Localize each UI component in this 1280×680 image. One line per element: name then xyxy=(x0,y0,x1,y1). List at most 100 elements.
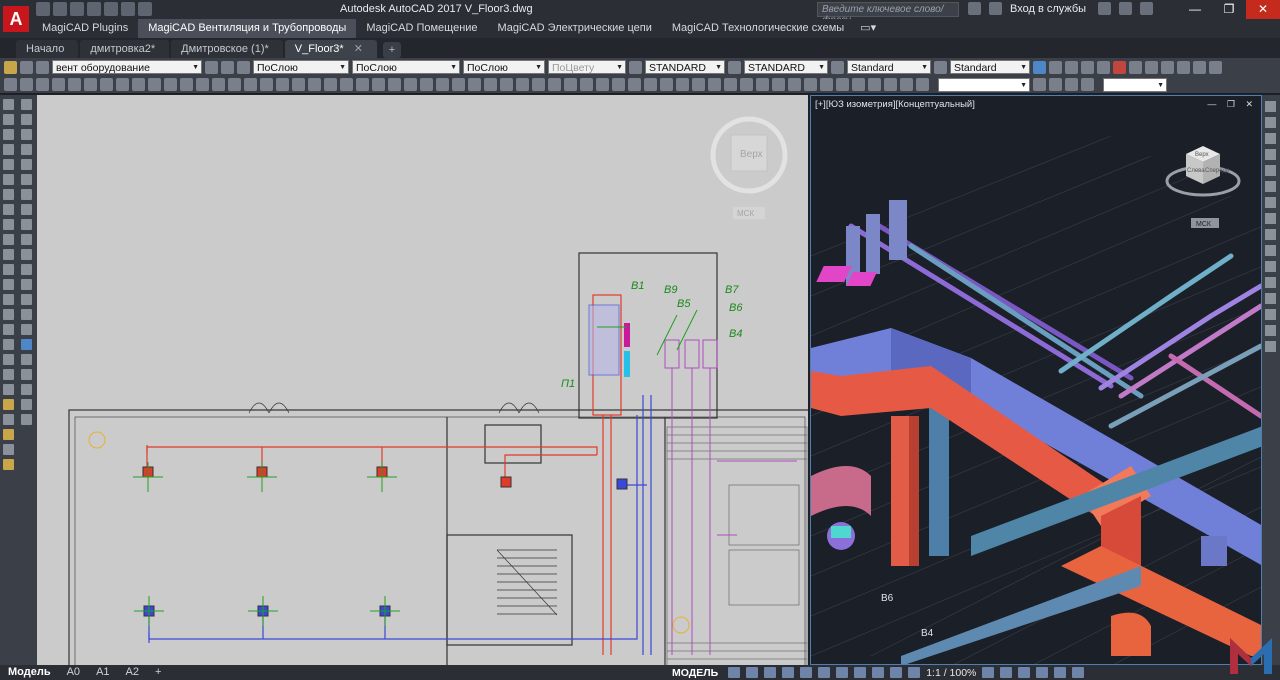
block-editor-icon[interactable] xyxy=(164,78,177,91)
circle-icon[interactable] xyxy=(3,189,14,200)
rotate-icon[interactable] xyxy=(21,189,32,200)
tab-magicad-room[interactable]: MagiCAD Помещение xyxy=(356,19,487,38)
gradient-icon[interactable] xyxy=(3,324,14,335)
revcloud-icon[interactable] xyxy=(3,204,14,215)
tool-icon-42[interactable] xyxy=(852,78,865,91)
tab-magicad-schematics[interactable]: MagiCAD Технологические схемы xyxy=(662,19,854,38)
stretch-icon[interactable] xyxy=(21,219,32,230)
tool-icon-12[interactable] xyxy=(1209,60,1222,74)
dim-style-dropdown[interactable]: STANDARD xyxy=(744,60,828,75)
publish-icon[interactable] xyxy=(84,78,97,91)
tool-icon-15[interactable] xyxy=(420,78,433,91)
tool-icon-30[interactable] xyxy=(660,78,673,91)
polygon-icon[interactable] xyxy=(3,144,14,155)
layer-lock-icon[interactable] xyxy=(36,60,49,74)
region-icon[interactable] xyxy=(3,339,14,350)
tool-icon-4[interactable] xyxy=(1081,60,1094,74)
isolate-icon[interactable] xyxy=(1018,667,1031,678)
tool-icon-9[interactable] xyxy=(1161,60,1174,74)
doc-tab-dmitrovka2[interactable]: дмитровка2* xyxy=(80,40,170,58)
tool-icon-18[interactable] xyxy=(468,78,481,91)
tool-icon-r14[interactable] xyxy=(1265,309,1276,320)
table-style-icon[interactable] xyxy=(831,60,844,74)
explode-icon[interactable] xyxy=(21,324,32,335)
extend-icon[interactable] xyxy=(21,249,32,260)
tool-icon-r12[interactable] xyxy=(1265,277,1276,288)
copy-icon[interactable] xyxy=(116,78,129,91)
close-button[interactable]: ✕ xyxy=(1246,0,1280,19)
tool-icon-r10[interactable] xyxy=(1265,245,1276,256)
polyline-icon[interactable] xyxy=(3,129,14,140)
viewport-label[interactable]: [+][ЮЗ изометрия][Концептуальный] xyxy=(815,99,975,110)
join-icon[interactable] xyxy=(21,279,32,290)
hardware-accel-icon[interactable] xyxy=(1036,667,1049,678)
tool-icon-r16[interactable] xyxy=(1265,341,1276,352)
annotation-scale[interactable]: 1:1 / 100% xyxy=(926,667,976,679)
doc-tab-vfloor3[interactable]: V_Floor3* ✕ xyxy=(284,40,377,58)
ribbon-toggle-icon[interactable]: ▭▾ xyxy=(854,19,882,38)
tool-icon-31[interactable] xyxy=(676,78,689,91)
properties-icon[interactable] xyxy=(276,78,289,91)
tool-icon-l7[interactable] xyxy=(21,354,32,365)
tool-icon-7[interactable] xyxy=(1129,60,1142,74)
new-icon[interactable] xyxy=(36,2,50,16)
tool-icon-13[interactable] xyxy=(388,78,401,91)
tool-icon-40[interactable] xyxy=(820,78,833,91)
dim-style-icon[interactable] xyxy=(728,60,741,74)
maximize-button[interactable]: ❐ xyxy=(1212,0,1246,19)
tool-icon-r15[interactable] xyxy=(1265,325,1276,336)
text-style-dropdown[interactable]: STANDARD xyxy=(645,60,725,75)
tool-icon-44[interactable] xyxy=(884,78,897,91)
layer-previous-icon[interactable] xyxy=(221,60,234,74)
redo-icon[interactable] xyxy=(196,78,209,91)
tool-icon-r6[interactable] xyxy=(1265,181,1276,192)
layout-tab-a2[interactable]: A2 xyxy=(118,665,147,680)
rectangle-icon[interactable] xyxy=(3,159,14,170)
text-style-icon[interactable] xyxy=(629,60,642,74)
tool-icon-1[interactable] xyxy=(1033,60,1046,74)
doc-tab-start[interactable]: Начало xyxy=(16,40,79,58)
tool-icon-32[interactable] xyxy=(692,78,705,91)
a360-icon[interactable] xyxy=(1119,2,1133,15)
arc-icon[interactable] xyxy=(3,174,14,185)
ortho-icon[interactable] xyxy=(764,667,777,678)
tool-icon-8[interactable] xyxy=(1145,60,1158,74)
construction-line-icon[interactable] xyxy=(3,114,14,125)
undo-icon[interactable] xyxy=(180,78,193,91)
tool-icon-37[interactable] xyxy=(772,78,785,91)
offset-icon[interactable] xyxy=(21,144,32,155)
transparency-icon[interactable] xyxy=(854,667,867,678)
point-icon[interactable] xyxy=(3,294,14,305)
tool-icon-l8[interactable] xyxy=(21,369,32,380)
insert-block-icon[interactable] xyxy=(3,264,14,275)
color-dropdown[interactable]: ПоСлою xyxy=(253,60,349,75)
cut-icon[interactable] xyxy=(100,78,113,91)
tool-icon-29[interactable] xyxy=(644,78,657,91)
undo-icon[interactable] xyxy=(121,2,135,16)
tool-icon-r13[interactable] xyxy=(1265,293,1276,304)
viewport-window-controls[interactable]: — ❐ ✕ xyxy=(1207,99,1257,110)
tool-icon-50[interactable] xyxy=(1081,78,1094,91)
tool-icon-3[interactable] xyxy=(1065,60,1078,74)
tool-icon-48[interactable] xyxy=(1049,78,1062,91)
tool-icon-11[interactable] xyxy=(1193,60,1206,74)
chamfer-icon[interactable] xyxy=(21,294,32,305)
tool-icon-26[interactable] xyxy=(596,78,609,91)
tool-icon-49[interactable] xyxy=(1065,78,1078,91)
tool-icon-r8[interactable] xyxy=(1265,213,1276,224)
visual-style-dropdown[interactable] xyxy=(1103,77,1167,93)
add-selected-icon[interactable] xyxy=(3,384,14,395)
make-current-layer-icon[interactable] xyxy=(205,60,218,74)
binoculars-icon[interactable] xyxy=(968,2,981,15)
tool-icon-l3[interactable] xyxy=(3,429,14,440)
doc-tab-dmitrovskoe[interactable]: Дмитровское (1)* xyxy=(171,40,283,58)
help-icon[interactable] xyxy=(1140,2,1154,15)
move-icon[interactable] xyxy=(21,174,32,185)
tool-icon-l9[interactable] xyxy=(21,384,32,395)
tool-icon-39[interactable] xyxy=(804,78,817,91)
tool-icon-r3[interactable] xyxy=(1265,133,1276,144)
tool-icon-23[interactable] xyxy=(548,78,561,91)
ellipse-icon[interactable] xyxy=(3,234,14,245)
tool-icon-r7[interactable] xyxy=(1265,197,1276,208)
layer-dropdown[interactable]: вент оборудование xyxy=(52,60,202,75)
